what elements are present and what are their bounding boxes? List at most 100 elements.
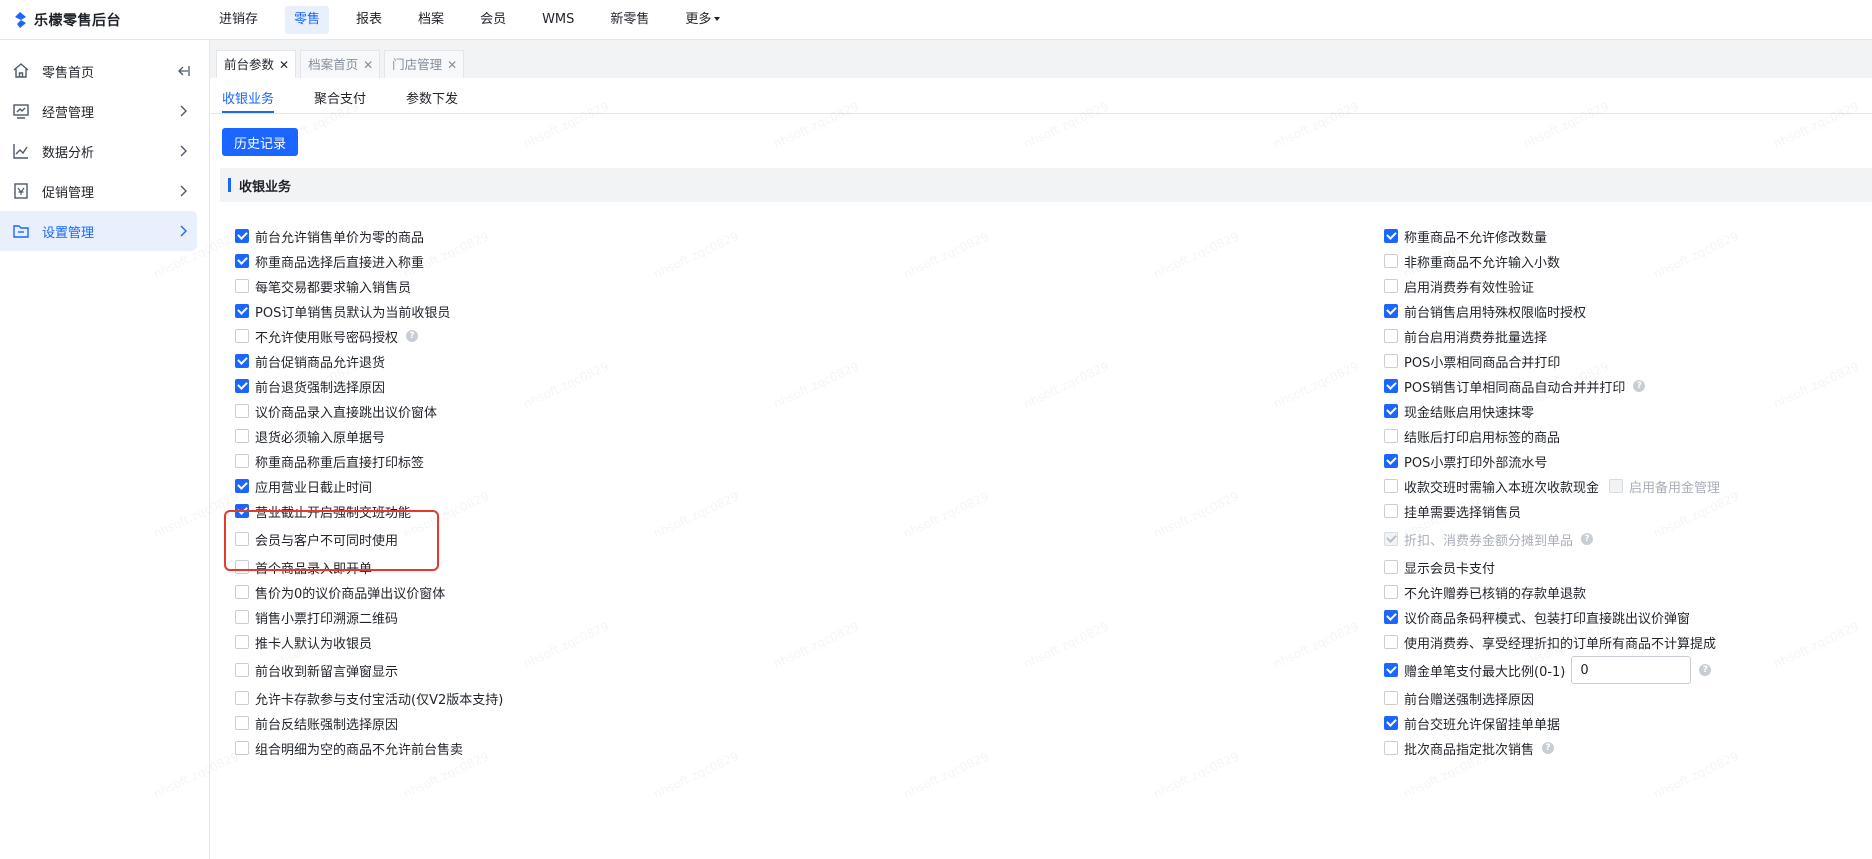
option-checkbox[interactable] — [1384, 479, 1398, 493]
option-checkbox[interactable] — [1384, 379, 1398, 393]
option-checkbox[interactable] — [235, 329, 249, 343]
option-label[interactable]: 组合明细为空的商品不允许前台售卖 — [255, 739, 463, 758]
option-checkbox[interactable] — [1384, 454, 1398, 468]
brand[interactable]: 乐檬零售后台 — [0, 10, 210, 30]
option-checkbox[interactable] — [235, 354, 249, 368]
option-label[interactable]: 不允许赠券已核销的存款单退款 — [1404, 583, 1586, 602]
sidebar-item[interactable]: 设置管理 — [0, 211, 197, 251]
option-checkbox[interactable] — [1384, 610, 1398, 624]
option-label[interactable]: 启用消费券有效性验证 — [1404, 277, 1534, 296]
option-checkbox[interactable] — [1384, 716, 1398, 730]
option-checkbox[interactable] — [1384, 585, 1398, 599]
topnav-item[interactable]: 进销存 — [210, 6, 267, 34]
option-checkbox[interactable] — [1384, 429, 1398, 443]
help-icon[interactable]: ? — [406, 330, 419, 342]
option-checkbox[interactable] — [1384, 741, 1398, 755]
option-label[interactable]: 前台促销商品允许退货 — [255, 352, 385, 371]
topnav-item[interactable]: 更多 — [676, 6, 729, 34]
option-checkbox[interactable] — [235, 716, 249, 730]
topnav-item[interactable]: 新零售 — [601, 6, 658, 34]
ratio-input[interactable] — [1571, 656, 1692, 684]
option-checkbox[interactable] — [235, 229, 249, 243]
option-checkbox[interactable] — [235, 279, 249, 293]
option-label[interactable]: 前台反结账强制选择原因 — [255, 714, 398, 733]
option-label[interactable]: POS订单销售员默认为当前收银员 — [255, 302, 450, 321]
close-icon[interactable]: ✕ — [363, 52, 373, 78]
option-label[interactable]: 现金结账启用快速抹零 — [1404, 402, 1534, 421]
sub-tab[interactable]: 聚合支付 — [314, 88, 366, 113]
option-checkbox[interactable] — [1384, 560, 1398, 574]
option-checkbox[interactable] — [1384, 635, 1398, 649]
sidebar-item[interactable]: 数据分析 — [0, 131, 209, 171]
option-checkbox[interactable] — [1384, 279, 1398, 293]
option-label[interactable]: 推卡人默认为收银员 — [255, 633, 372, 652]
page-tab[interactable]: 档案首页 ✕ — [300, 50, 381, 78]
option-checkbox[interactable] — [235, 254, 249, 268]
close-icon[interactable]: ✕ — [447, 52, 457, 78]
help-icon[interactable]: ? — [1699, 664, 1712, 676]
option-checkbox[interactable] — [1384, 254, 1398, 268]
option-checkbox[interactable] — [235, 504, 249, 518]
option-checkbox[interactable] — [235, 741, 249, 755]
option-label[interactable]: POS小票打印外部流水号 — [1404, 452, 1547, 471]
topnav-item[interactable]: WMS — [533, 6, 583, 34]
option-label[interactable]: 折扣、消费券金额分摊到单品 — [1404, 530, 1573, 549]
option-label[interactable]: 每笔交易都要求输入销售员 — [255, 277, 411, 296]
topnav-item[interactable]: 档案 — [409, 6, 453, 34]
option-checkbox[interactable] — [1384, 691, 1398, 705]
option-label[interactable]: 营业截止开启强制交班功能 — [255, 502, 411, 521]
option-label[interactable]: 结账后打印启用标签的商品 — [1404, 427, 1560, 446]
option-checkbox[interactable] — [235, 304, 249, 318]
sidebar-item[interactable]: 经营管理 — [0, 91, 209, 131]
option-label[interactable]: 前台允许销售单价为零的商品 — [255, 227, 424, 246]
option-label[interactable]: 不允许使用账号密码授权 — [255, 327, 398, 346]
option-label[interactable]: 批次商品指定批次销售 — [1404, 739, 1534, 758]
option-label[interactable]: POS销售订单相同商品自动合并并打印 — [1404, 377, 1625, 396]
option-checkbox[interactable] — [235, 610, 249, 624]
option-checkbox[interactable] — [1384, 329, 1398, 343]
option-label[interactable]: 允许卡存款参与支付宝活动(仅V2版本支持) — [255, 689, 503, 708]
option-label[interactable]: 售价为0的议价商品弹出议价窗体 — [255, 583, 445, 602]
option-label[interactable]: 前台交班允许保留挂单单据 — [1404, 714, 1560, 733]
option-label[interactable]: 前台赠送强制选择原因 — [1404, 689, 1534, 708]
option-label[interactable]: 应用营业日截止时间 — [255, 477, 372, 496]
option-label[interactable]: 前台收到新留言弹窗显示 — [255, 661, 398, 680]
sidebar-item[interactable]: 促销管理 — [0, 171, 209, 211]
option-label[interactable]: 退货必须输入原单据号 — [255, 427, 385, 446]
sidebar-item[interactable]: 零售首页 — [0, 51, 209, 91]
option-label[interactable]: 称重商品不允许修改数量 — [1404, 227, 1547, 246]
option-label[interactable]: 非称重商品不允许输入小数 — [1404, 252, 1560, 271]
option-checkbox[interactable] — [235, 454, 249, 468]
option-checkbox[interactable] — [235, 532, 249, 546]
option-checkbox[interactable] — [235, 635, 249, 649]
option-checkbox[interactable] — [235, 479, 249, 493]
option-label[interactable]: POS小票相同商品合并打印 — [1404, 352, 1560, 371]
page-tab[interactable]: 前台参数 ✕ — [216, 50, 297, 78]
option-label[interactable]: 议价商品录入直接跳出议价窗体 — [255, 402, 437, 421]
help-icon[interactable]: ? — [1633, 380, 1646, 392]
option-checkbox[interactable] — [1384, 504, 1398, 518]
option-label[interactable]: 显示会员卡支付 — [1404, 558, 1495, 577]
topnav-item[interactable]: 报表 — [347, 6, 391, 34]
option-checkbox[interactable] — [235, 404, 249, 418]
option-label[interactable]: 议价商品条码秤模式、包装打印直接跳出议价弹窗 — [1404, 608, 1690, 627]
close-icon[interactable]: ✕ — [279, 52, 289, 78]
option-checkbox[interactable] — [1384, 663, 1398, 677]
option-checkbox[interactable] — [1384, 354, 1398, 368]
sub-tab[interactable]: 参数下发 — [406, 88, 458, 113]
option-label[interactable]: 前台销售启用特殊权限临时授权 — [1404, 302, 1586, 321]
option-label[interactable]: 赠金单笔支付最大比例(0-1) — [1404, 661, 1565, 680]
option-label[interactable]: 挂单需要选择销售员 — [1404, 502, 1521, 521]
topnav-item[interactable]: 会员 — [471, 6, 515, 34]
option-checkbox[interactable] — [1384, 304, 1398, 318]
option-label[interactable]: 收款交班时需输入本班次收款现金 — [1404, 477, 1599, 496]
topnav-item[interactable]: 零售 — [285, 5, 330, 34]
option-checkbox[interactable] — [1384, 404, 1398, 418]
option-label[interactable]: 使用消费券、享受经理折扣的订单所有商品不计算提成 — [1404, 633, 1716, 652]
sub-tab[interactable]: 收银业务 — [222, 88, 275, 113]
option-label[interactable]: 前台退货强制选择原因 — [255, 377, 385, 396]
option-checkbox[interactable] — [235, 560, 249, 574]
option-checkbox[interactable] — [1384, 229, 1398, 243]
option-label[interactable]: 前台启用消费券批量选择 — [1404, 327, 1547, 346]
option-label[interactable]: 会员与客户不可同时使用 — [255, 530, 398, 549]
